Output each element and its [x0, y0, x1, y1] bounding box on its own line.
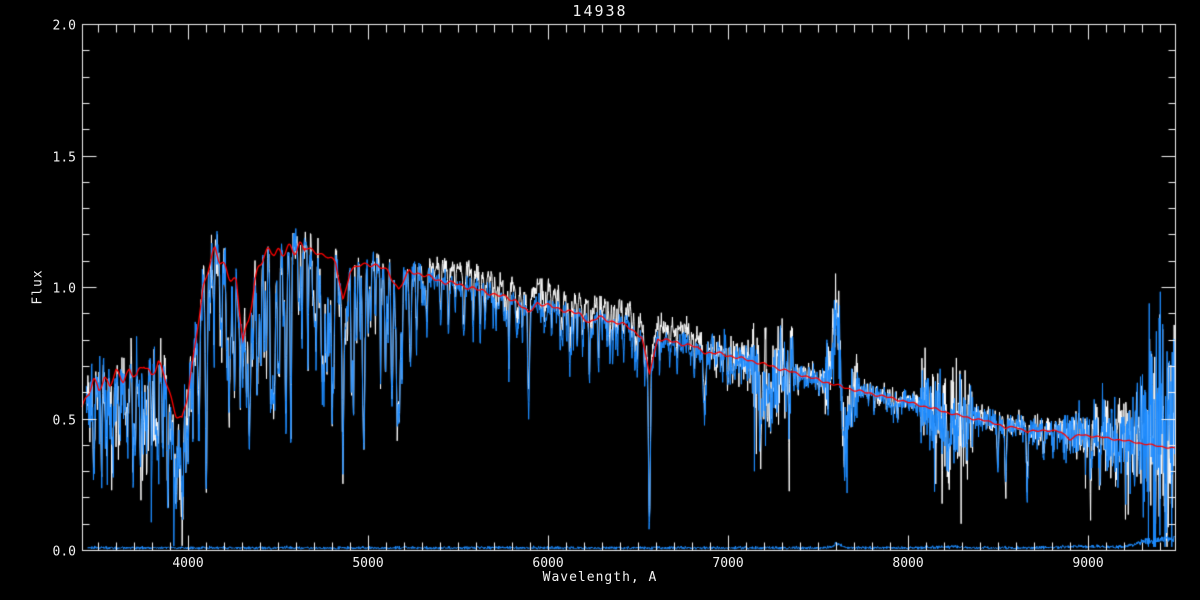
- y-tick-label: 1.5: [52, 150, 76, 165]
- x-tick-label: 4000: [172, 556, 204, 571]
- y-tick-label: 0.0: [52, 544, 76, 560]
- x-axis-label: Wavelength, A: [542, 570, 658, 585]
- spectrum-plot-canvas: [0, 0, 1200, 600]
- y-tick-label: 0.5: [52, 413, 76, 428]
- x-tick-label: 5000: [352, 556, 384, 571]
- y-tick-label: 1.0: [52, 281, 76, 297]
- y-tick-label: 2.0: [52, 18, 76, 34]
- x-tick-label: 7000: [712, 556, 744, 571]
- spectrum-chart: 14938 Flux Wavelength, A 4000 5000 6000 700…: [0, 0, 1200, 600]
- x-tick-label: 9000: [1072, 556, 1104, 571]
- x-tick-label: 8000: [892, 556, 924, 571]
- x-tick-label: 6000: [532, 556, 564, 571]
- plot-title: 14938: [572, 2, 628, 20]
